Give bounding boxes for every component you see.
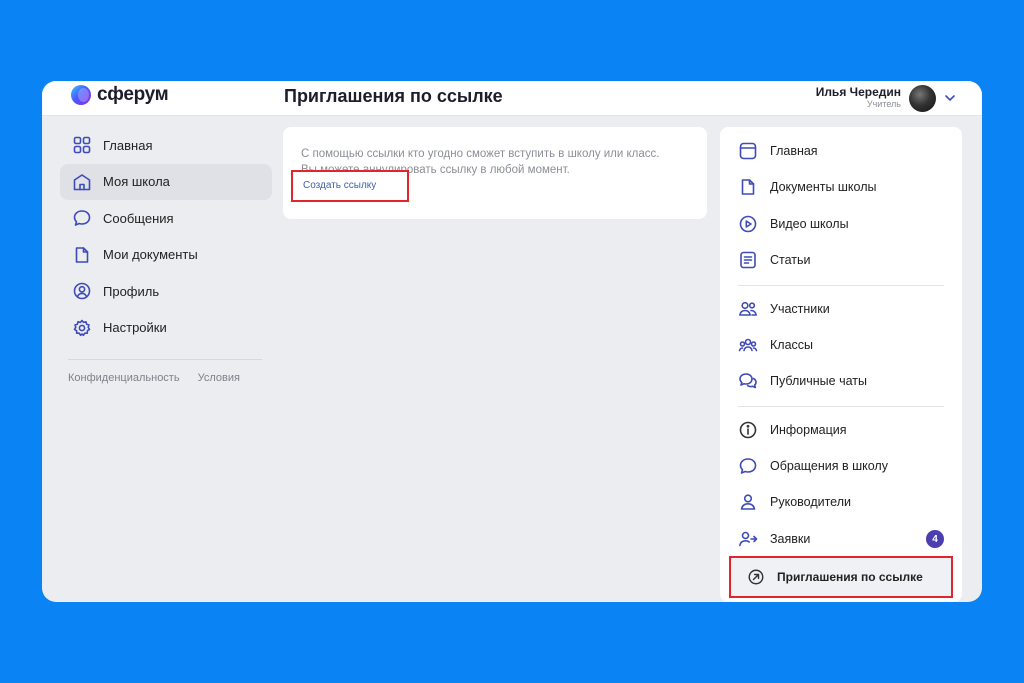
menu-item-school-appeals[interactable]: Обращения в школу <box>738 454 948 478</box>
profile-icon <box>73 282 91 300</box>
menu-item-label: Участники <box>770 302 830 316</box>
sidebar-item-label: Профиль <box>103 283 160 299</box>
chat-icon <box>739 458 757 474</box>
menu-item-home[interactable]: Главная <box>738 139 948 163</box>
sidebar-footer: Конфиденциальность Условия <box>60 372 272 384</box>
article-icon <box>740 251 756 269</box>
sidebar-item-label: Настройки <box>103 320 167 335</box>
menu-item-label: Информация <box>770 423 847 437</box>
document-icon <box>75 246 89 263</box>
page-title: Приглашения по ссылке <box>284 86 503 106</box>
requests-count-badge: 4 <box>926 530 944 548</box>
sidebar-item-label: Сообщения <box>103 210 174 226</box>
sidebar-item-my-school[interactable]: Моя школа <box>60 163 272 200</box>
left-sidebar: Главная Моя школа Сообщения Мои документ… <box>60 127 272 384</box>
menu-item-label: Статьи <box>770 253 811 267</box>
users-icon <box>739 301 757 316</box>
user-menu[interactable]: Илья Чередин Учитель <box>816 81 956 115</box>
app-window: сферум Приглашения по ссылке Илья Череди… <box>42 81 982 602</box>
sidebar-item-my-documents[interactable]: Мои документы <box>60 237 272 273</box>
grid-icon <box>73 136 91 154</box>
invite-card: С помощью ссылки кто угодно сможет вступ… <box>283 127 707 219</box>
chevron-down-icon[interactable] <box>944 92 956 104</box>
play-icon <box>739 215 757 233</box>
document-icon <box>741 179 755 195</box>
menu-item-classes[interactable]: Классы <box>738 333 948 357</box>
sidebar-item-profile[interactable]: Профиль <box>60 273 272 309</box>
user-name: Илья Чередин <box>815 85 901 100</box>
user-role: Учитель <box>866 98 901 109</box>
menu-item-leaders[interactable]: Руководители <box>738 490 948 514</box>
menu-item-information[interactable]: Информация <box>738 418 948 442</box>
info-icon <box>739 421 757 439</box>
avatar[interactable] <box>909 84 936 112</box>
sidebar-item-settings[interactable]: Настройки <box>60 310 272 346</box>
person-icon <box>740 494 756 510</box>
privacy-link[interactable]: Конфиденциальность <box>68 372 180 384</box>
chat-icon <box>73 210 91 226</box>
menu-item-label: Главная <box>770 144 818 158</box>
school-icon <box>73 173 91 190</box>
menu-item-label: Обращения в школу <box>770 459 888 473</box>
menu-item-participants[interactable]: Участники <box>738 297 948 321</box>
home-icon <box>739 142 757 160</box>
divider <box>738 406 944 407</box>
sidebar-item-label: Моя школа <box>103 174 170 189</box>
menu-item-label: Видео школы <box>770 217 849 231</box>
sferum-logo-icon <box>71 85 91 105</box>
menu-item-public-chats[interactable]: Публичные чаты <box>738 369 948 393</box>
menu-item-requests[interactable]: Заявки 4 <box>738 527 948 551</box>
school-menu-panel: Главная Документы школы Видео школы Стат… <box>720 127 962 602</box>
menu-item-label: Приглашения по ссылке <box>777 570 923 584</box>
brand-name: сферум <box>97 84 169 105</box>
divider <box>68 358 262 360</box>
sidebar-item-messages[interactable]: Сообщения <box>60 200 272 236</box>
menu-item-link-invitations[interactable]: Приглашения по ссылке <box>729 556 953 598</box>
sidebar-item-label: Мои документы <box>103 247 198 262</box>
user-requests-icon <box>739 531 758 547</box>
menu-item-label: Документы школы <box>770 180 877 194</box>
menu-item-label: Руководители <box>770 495 851 509</box>
menu-item-label: Публичные чаты <box>770 374 867 388</box>
logo[interactable]: сферум <box>71 84 169 106</box>
divider <box>738 285 944 286</box>
menu-item-label: Классы <box>770 338 814 352</box>
top-bar: сферум Приглашения по ссылке Илья Череди… <box>42 81 982 116</box>
sidebar-item-label: Главная <box>103 137 153 153</box>
menu-item-articles[interactable]: Статьи <box>738 248 948 272</box>
arrow-circle-icon <box>748 569 764 585</box>
menu-item-label: Заявки <box>770 532 811 546</box>
create-link-button[interactable]: Создать ссылку <box>291 170 409 202</box>
sidebar-item-home[interactable]: Главная <box>60 127 272 163</box>
menu-item-school-documents[interactable]: Документы школы <box>738 175 948 199</box>
gear-icon <box>73 319 91 336</box>
menu-item-school-video[interactable]: Видео школы <box>738 212 948 236</box>
classes-icon <box>738 338 758 352</box>
public-chats-icon <box>739 373 757 389</box>
terms-link[interactable]: Условия <box>198 372 240 384</box>
